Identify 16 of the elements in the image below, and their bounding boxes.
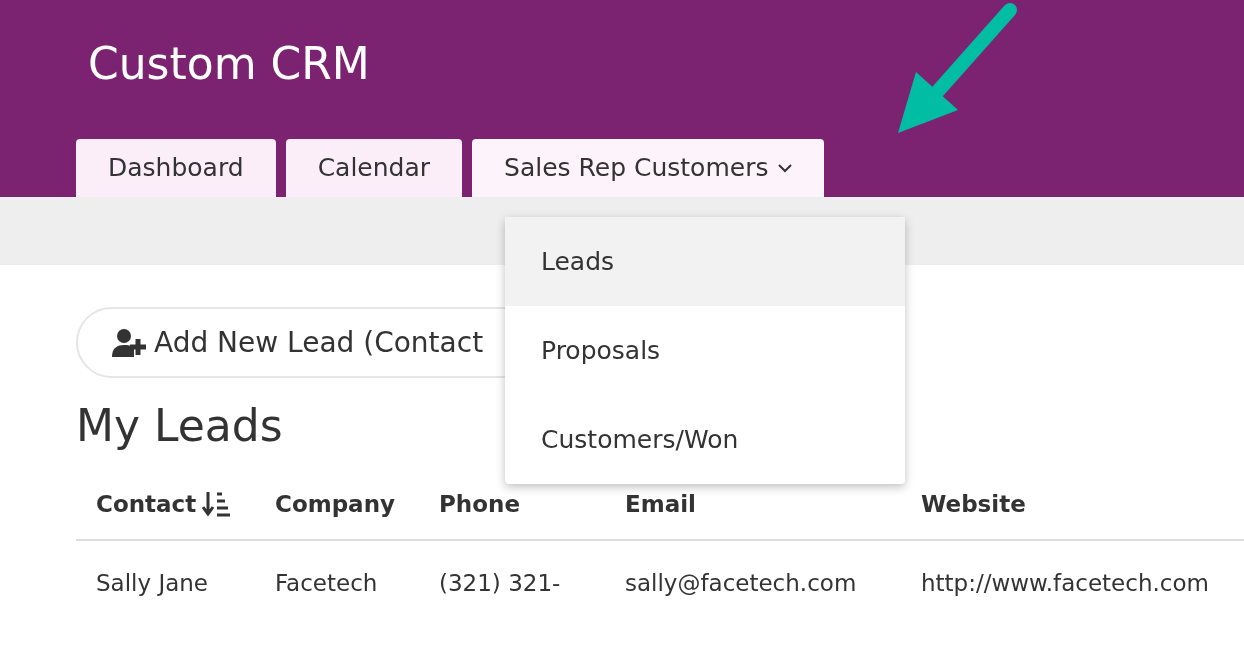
menu-item[interactable]: Leads [505,217,905,306]
table-cell-text: Facetech [274,569,379,599]
page-heading: My Leads [76,400,283,453]
table-cell-text: sally@facetech.com [624,569,858,599]
sort-icon [202,490,231,517]
column-header[interactable]: Company [255,468,419,539]
app-title: Custom CRM [87,37,370,91]
dropdown-tab[interactable]: Sales Rep Customers [472,139,825,197]
nav-tab[interactable]: Calendar [285,139,463,197]
table-cell-text: (321) 321- [438,569,562,599]
chevron-icon [778,163,793,173]
table-cell-text: http://www.facetech.com [920,569,1210,599]
nav-tab[interactable]: Dashboard [76,139,276,197]
column-header[interactable]: Contact [76,468,255,539]
table-cell-text: Sally Jane [95,569,209,599]
add-user-icon [112,328,148,357]
